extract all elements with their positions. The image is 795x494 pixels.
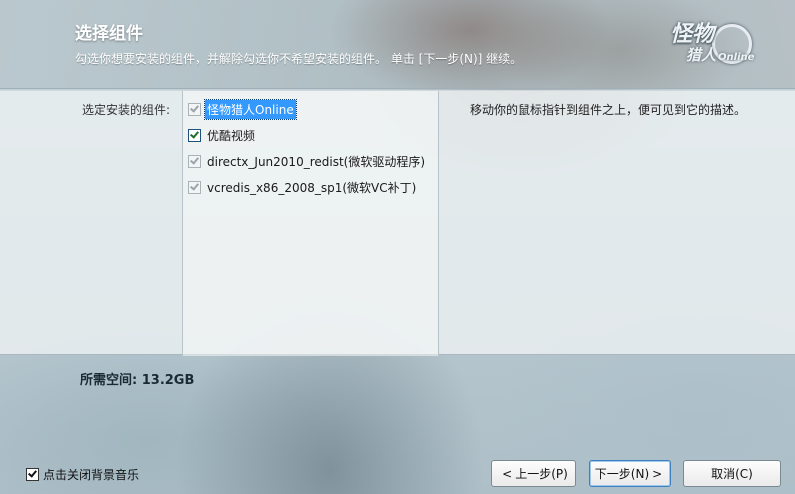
component-item[interactable]: vcredis_x86_2008_sp1(微软VC补丁) bbox=[188, 178, 418, 196]
check-icon bbox=[190, 128, 199, 139]
check-icon bbox=[190, 154, 199, 165]
component-label: vcredis_x86_2008_sp1(微软VC补丁) bbox=[207, 180, 417, 195]
cancel-button-label: 取消(C) bbox=[711, 467, 753, 481]
component-checkbox[interactable] bbox=[188, 128, 201, 142]
logo-line2: 猎人 Online bbox=[686, 46, 755, 64]
component-label: 怪物猎人Online bbox=[204, 98, 297, 120]
component-label: directx_Jun2010_redist(微软驱动程序) bbox=[207, 154, 426, 169]
component-item[interactable]: 优酷视频 bbox=[188, 126, 257, 144]
check-icon bbox=[28, 468, 37, 478]
cancel-button[interactable]: 取消(C) bbox=[683, 460, 781, 487]
music-toggle-label: 点击关闭背景音乐 bbox=[43, 468, 140, 482]
check-icon bbox=[190, 180, 199, 191]
page-title: 选择组件 bbox=[75, 24, 143, 44]
component-checkbox[interactable] bbox=[188, 154, 201, 168]
component-checkbox[interactable] bbox=[188, 180, 201, 194]
header-banner: 选择组件 勾选你想要安装的组件，并解除勾选你不希望安装的组件。 单击 [下一步(… bbox=[0, 0, 795, 89]
next-button-label: 下一步(N) bbox=[594, 467, 650, 481]
component-item[interactable]: directx_Jun2010_redist(微软驱动程序) bbox=[188, 152, 427, 170]
page-subtitle: 勾选你想要安装的组件，并解除勾选你不希望安装的组件。 单击 [下一步(N)] 继… bbox=[75, 52, 523, 66]
components-tree[interactable]: 怪物猎人Online 优酷视频 directx_Jun2010_redist(微… bbox=[182, 91, 439, 356]
back-button-label: 上一步(P) bbox=[515, 467, 568, 481]
component-checkbox[interactable] bbox=[188, 102, 201, 116]
component-description: 移动你的鼠标指针到组件之上，便可见到它的描述。 bbox=[470, 103, 747, 117]
component-label: 优酷视频 bbox=[207, 128, 256, 143]
back-button[interactable]: < 上一步(P) bbox=[491, 460, 576, 487]
component-item[interactable]: 怪物猎人Online bbox=[188, 98, 297, 120]
chevron-right-icon: > bbox=[652, 466, 663, 481]
components-panel: 选定安装的组件: 怪物猎人Online 优酷视频 directx_Jun2010… bbox=[0, 90, 795, 356]
logo-mark: Online bbox=[718, 52, 755, 63]
check-icon bbox=[190, 102, 199, 113]
game-logo: 怪物 猎人 Online bbox=[660, 10, 778, 78]
chevron-left-icon: < bbox=[502, 466, 513, 481]
music-toggle[interactable]: 点击关闭背景音乐 bbox=[26, 466, 139, 483]
components-label: 选定安装的组件: bbox=[82, 103, 171, 117]
next-button[interactable]: 下一步(N) > bbox=[589, 460, 671, 487]
music-checkbox[interactable] bbox=[26, 468, 39, 481]
space-required: 所需空间: 13.2GB bbox=[80, 373, 195, 388]
